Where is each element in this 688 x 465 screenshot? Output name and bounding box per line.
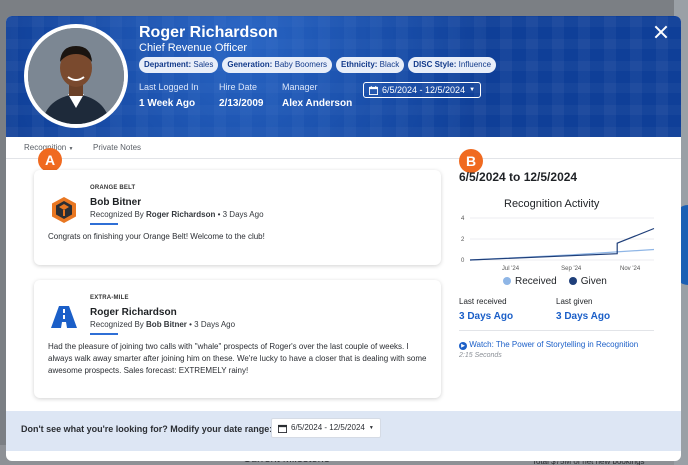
meta-manager: Manager Alex Anderson bbox=[282, 82, 353, 109]
recognized-by: Recognized By Roger Richardson • 3 Days … bbox=[90, 210, 264, 219]
chip-ethnicity: Ethnicity: Black bbox=[335, 57, 405, 73]
date-range-footer: Don't see what you're looking for? Modif… bbox=[6, 411, 681, 451]
activity-range-title: 6/5/2024 to 12/5/2024 bbox=[459, 170, 578, 184]
x-tick-label: Jul '24 bbox=[502, 266, 520, 272]
legend-received: Received bbox=[503, 276, 557, 287]
accent-underline bbox=[90, 333, 118, 335]
recognition-activity-chart: 0 2 4 Jul '24 Sep '24 Nov '24 bbox=[461, 216, 655, 272]
video-duration: 2:15 Seconds bbox=[459, 352, 502, 359]
attribute-chips: Department: Sales Generation: Baby Boome… bbox=[139, 57, 497, 73]
caret-down-icon: ▼ bbox=[68, 146, 74, 152]
recognition-message: Congrats on finishing your Orange Belt! … bbox=[48, 232, 265, 241]
profile-title: Chief Revenue Officer bbox=[139, 42, 248, 54]
y-tick-label: 2 bbox=[461, 237, 465, 243]
x-tick-label: Sep '24 bbox=[561, 266, 582, 272]
accent-underline bbox=[90, 223, 118, 225]
caret-down-icon: ▼ bbox=[469, 87, 476, 93]
recognition-card: ORANGE BELT Bob Bitner Recognized By Rog… bbox=[34, 170, 441, 265]
play-icon: ▶ bbox=[459, 342, 467, 350]
legend-given: Given bbox=[568, 276, 607, 287]
last-given-link[interactable]: 3 Days Ago bbox=[556, 311, 610, 322]
footer-prompt: Don't see what you're looking for? Modif… bbox=[21, 424, 273, 434]
stat-last-given: Last given 3 Days Ago bbox=[556, 297, 611, 322]
close-icon[interactable] bbox=[654, 25, 668, 39]
chip-disc-style: DISC Style: Influence bbox=[408, 57, 497, 73]
watch-video-link[interactable]: ▶ Watch: The Power of Storytelling in Re… bbox=[459, 340, 638, 350]
recognized-by: Recognized By Bob Bitner • 3 Days Ago bbox=[90, 320, 236, 329]
calendar-icon bbox=[278, 424, 287, 433]
y-tick-label: 0 bbox=[461, 258, 465, 264]
x-tick-label: Nov '24 bbox=[620, 266, 641, 272]
tab-private-notes[interactable]: Private Notes bbox=[93, 143, 141, 152]
chip-department: Department: Sales bbox=[139, 57, 219, 73]
footer-date-range-button[interactable]: 6/5/2024 - 12/5/2024 ▼ bbox=[271, 418, 381, 438]
recipient-name: Roger Richardson bbox=[90, 307, 177, 318]
profile-modal: Roger Richardson Chief Revenue Officer D… bbox=[6, 16, 681, 461]
chip-generation: Generation: Baby Boomers bbox=[222, 57, 332, 73]
profile-header: Roger Richardson Chief Revenue Officer D… bbox=[6, 16, 681, 137]
highway-icon bbox=[51, 306, 77, 328]
annotation-badge-a: A bbox=[38, 148, 62, 172]
recognition-type: ORANGE BELT bbox=[90, 185, 136, 191]
header-date-range-label: 6/5/2024 - 12/5/2024 bbox=[382, 85, 466, 95]
recipient-name: Bob Bitner bbox=[90, 197, 142, 208]
recognition-message: Had the pleasure of joining two calls wi… bbox=[48, 342, 427, 375]
chart-title: Recognition Activity bbox=[504, 198, 600, 210]
chart-legend: Received Given bbox=[503, 276, 607, 287]
divider bbox=[459, 330, 654, 331]
last-received-link[interactable]: 3 Days Ago bbox=[459, 311, 513, 322]
orange-belt-icon bbox=[52, 197, 76, 223]
caret-down-icon: ▼ bbox=[368, 425, 374, 431]
meta-hire-date: Hire Date 2/13/2009 bbox=[219, 82, 264, 109]
calendar-icon bbox=[369, 85, 378, 95]
meta-last-logged-in: Last Logged In 1 Week Ago bbox=[139, 82, 199, 109]
recognition-type: EXTRA-MILE bbox=[90, 295, 129, 301]
header-date-range-button[interactable]: 6/5/2024 - 12/5/2024 ▼ bbox=[363, 82, 482, 98]
footer-date-range-label: 6/5/2024 - 12/5/2024 bbox=[291, 423, 365, 432]
recognition-card: EXTRA-MILE Roger Richardson Recognized B… bbox=[34, 280, 441, 398]
profile-name: Roger Richardson bbox=[139, 24, 278, 41]
y-tick-label: 4 bbox=[461, 216, 465, 222]
stat-last-received: Last received 3 Days Ago bbox=[459, 297, 514, 322]
avatar bbox=[24, 24, 128, 128]
tab-bar: Recognition ▼ Private Notes bbox=[6, 137, 681, 159]
avatar-photo-icon bbox=[28, 28, 124, 124]
